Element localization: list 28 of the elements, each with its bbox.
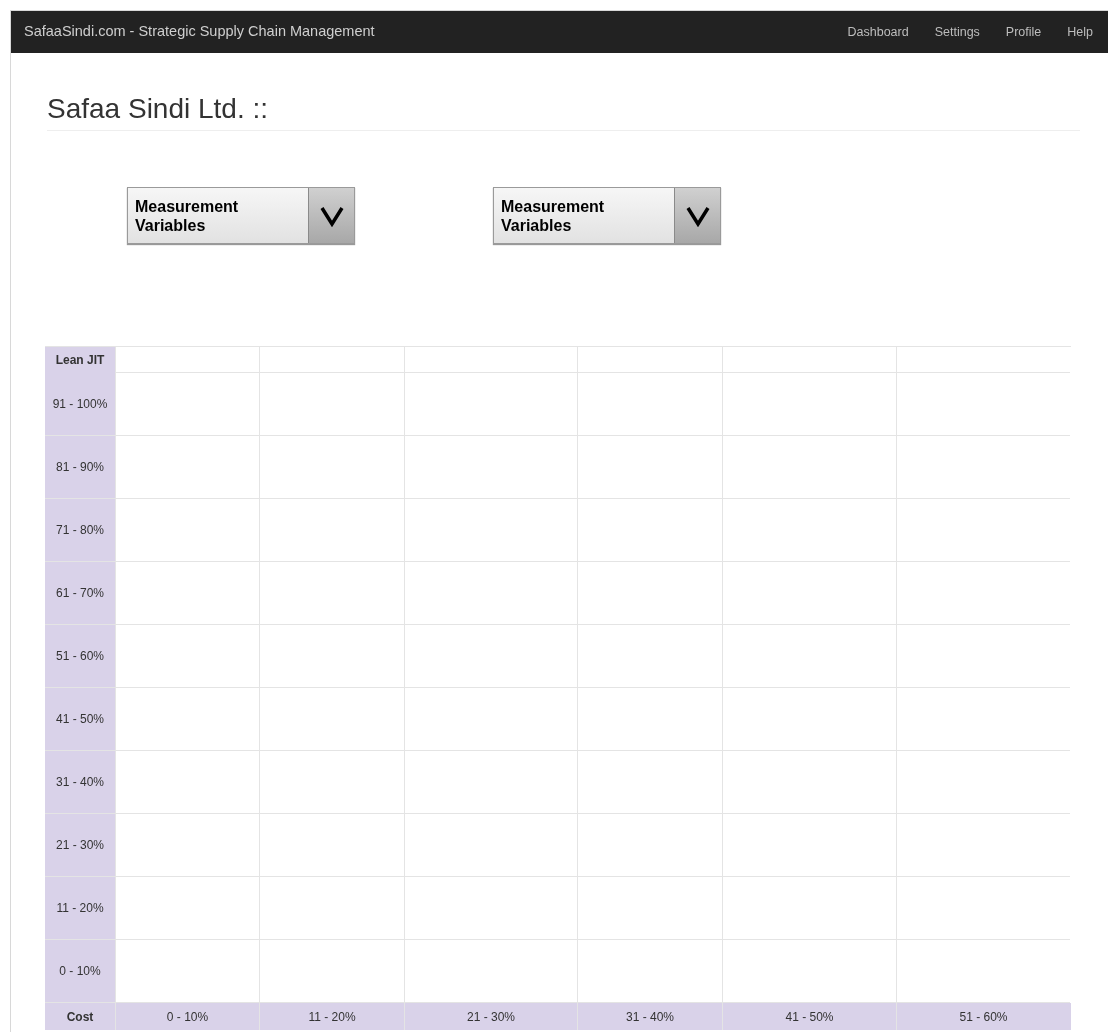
row-label-cell: 71 - 80% [45,499,115,562]
row-label-cell: 91 - 100% [45,373,115,436]
column-label-cell: 31 - 40% [577,1003,722,1030]
axis-title-cell-text: Cost [65,1008,95,1026]
row-label-cell: 61 - 70% [45,562,115,625]
column-label-cell: 11 - 20% [259,1003,404,1030]
dropdown-select[interactable]: Measurement Variables [127,187,355,244]
brand-link[interactable]: SafaaSindi.com - Strategic Supply Chain Management [24,21,375,43]
row-label-cell: 21 - 30% [45,814,115,877]
chevron-down-icon [685,204,710,227]
chevron-down-icon [319,204,344,227]
column-label-cell: 51 - 60% [896,1003,1070,1030]
nav-link[interactable]: Help [1054,22,1106,42]
column-label-cell: 41 - 50% [722,1003,896,1030]
nav-link[interactable]: Profile [992,22,1055,42]
axis-title-cell: Lean JIT [45,347,115,373]
row-label-cell: 41 - 50% [45,688,115,751]
column-label-cell: 0 - 10% [115,1003,259,1030]
column-label-cell: 21 - 30% [404,1003,577,1030]
page-title: Safaa Sindi Ltd. :: [47,92,270,126]
nav-link[interactable]: Dashboard [834,22,922,42]
row-label-cell: 81 - 90% [45,436,115,499]
row-label-cell: 31 - 40% [45,751,115,814]
nav-link[interactable]: Settings [921,22,993,42]
row-label-cell: 11 - 20% [45,877,115,940]
dropdown-select[interactable]: Measurement Variables [493,187,721,244]
row-label-cell: 51 - 60% [45,625,115,688]
row-label-cell: 0 - 10% [45,940,115,1003]
